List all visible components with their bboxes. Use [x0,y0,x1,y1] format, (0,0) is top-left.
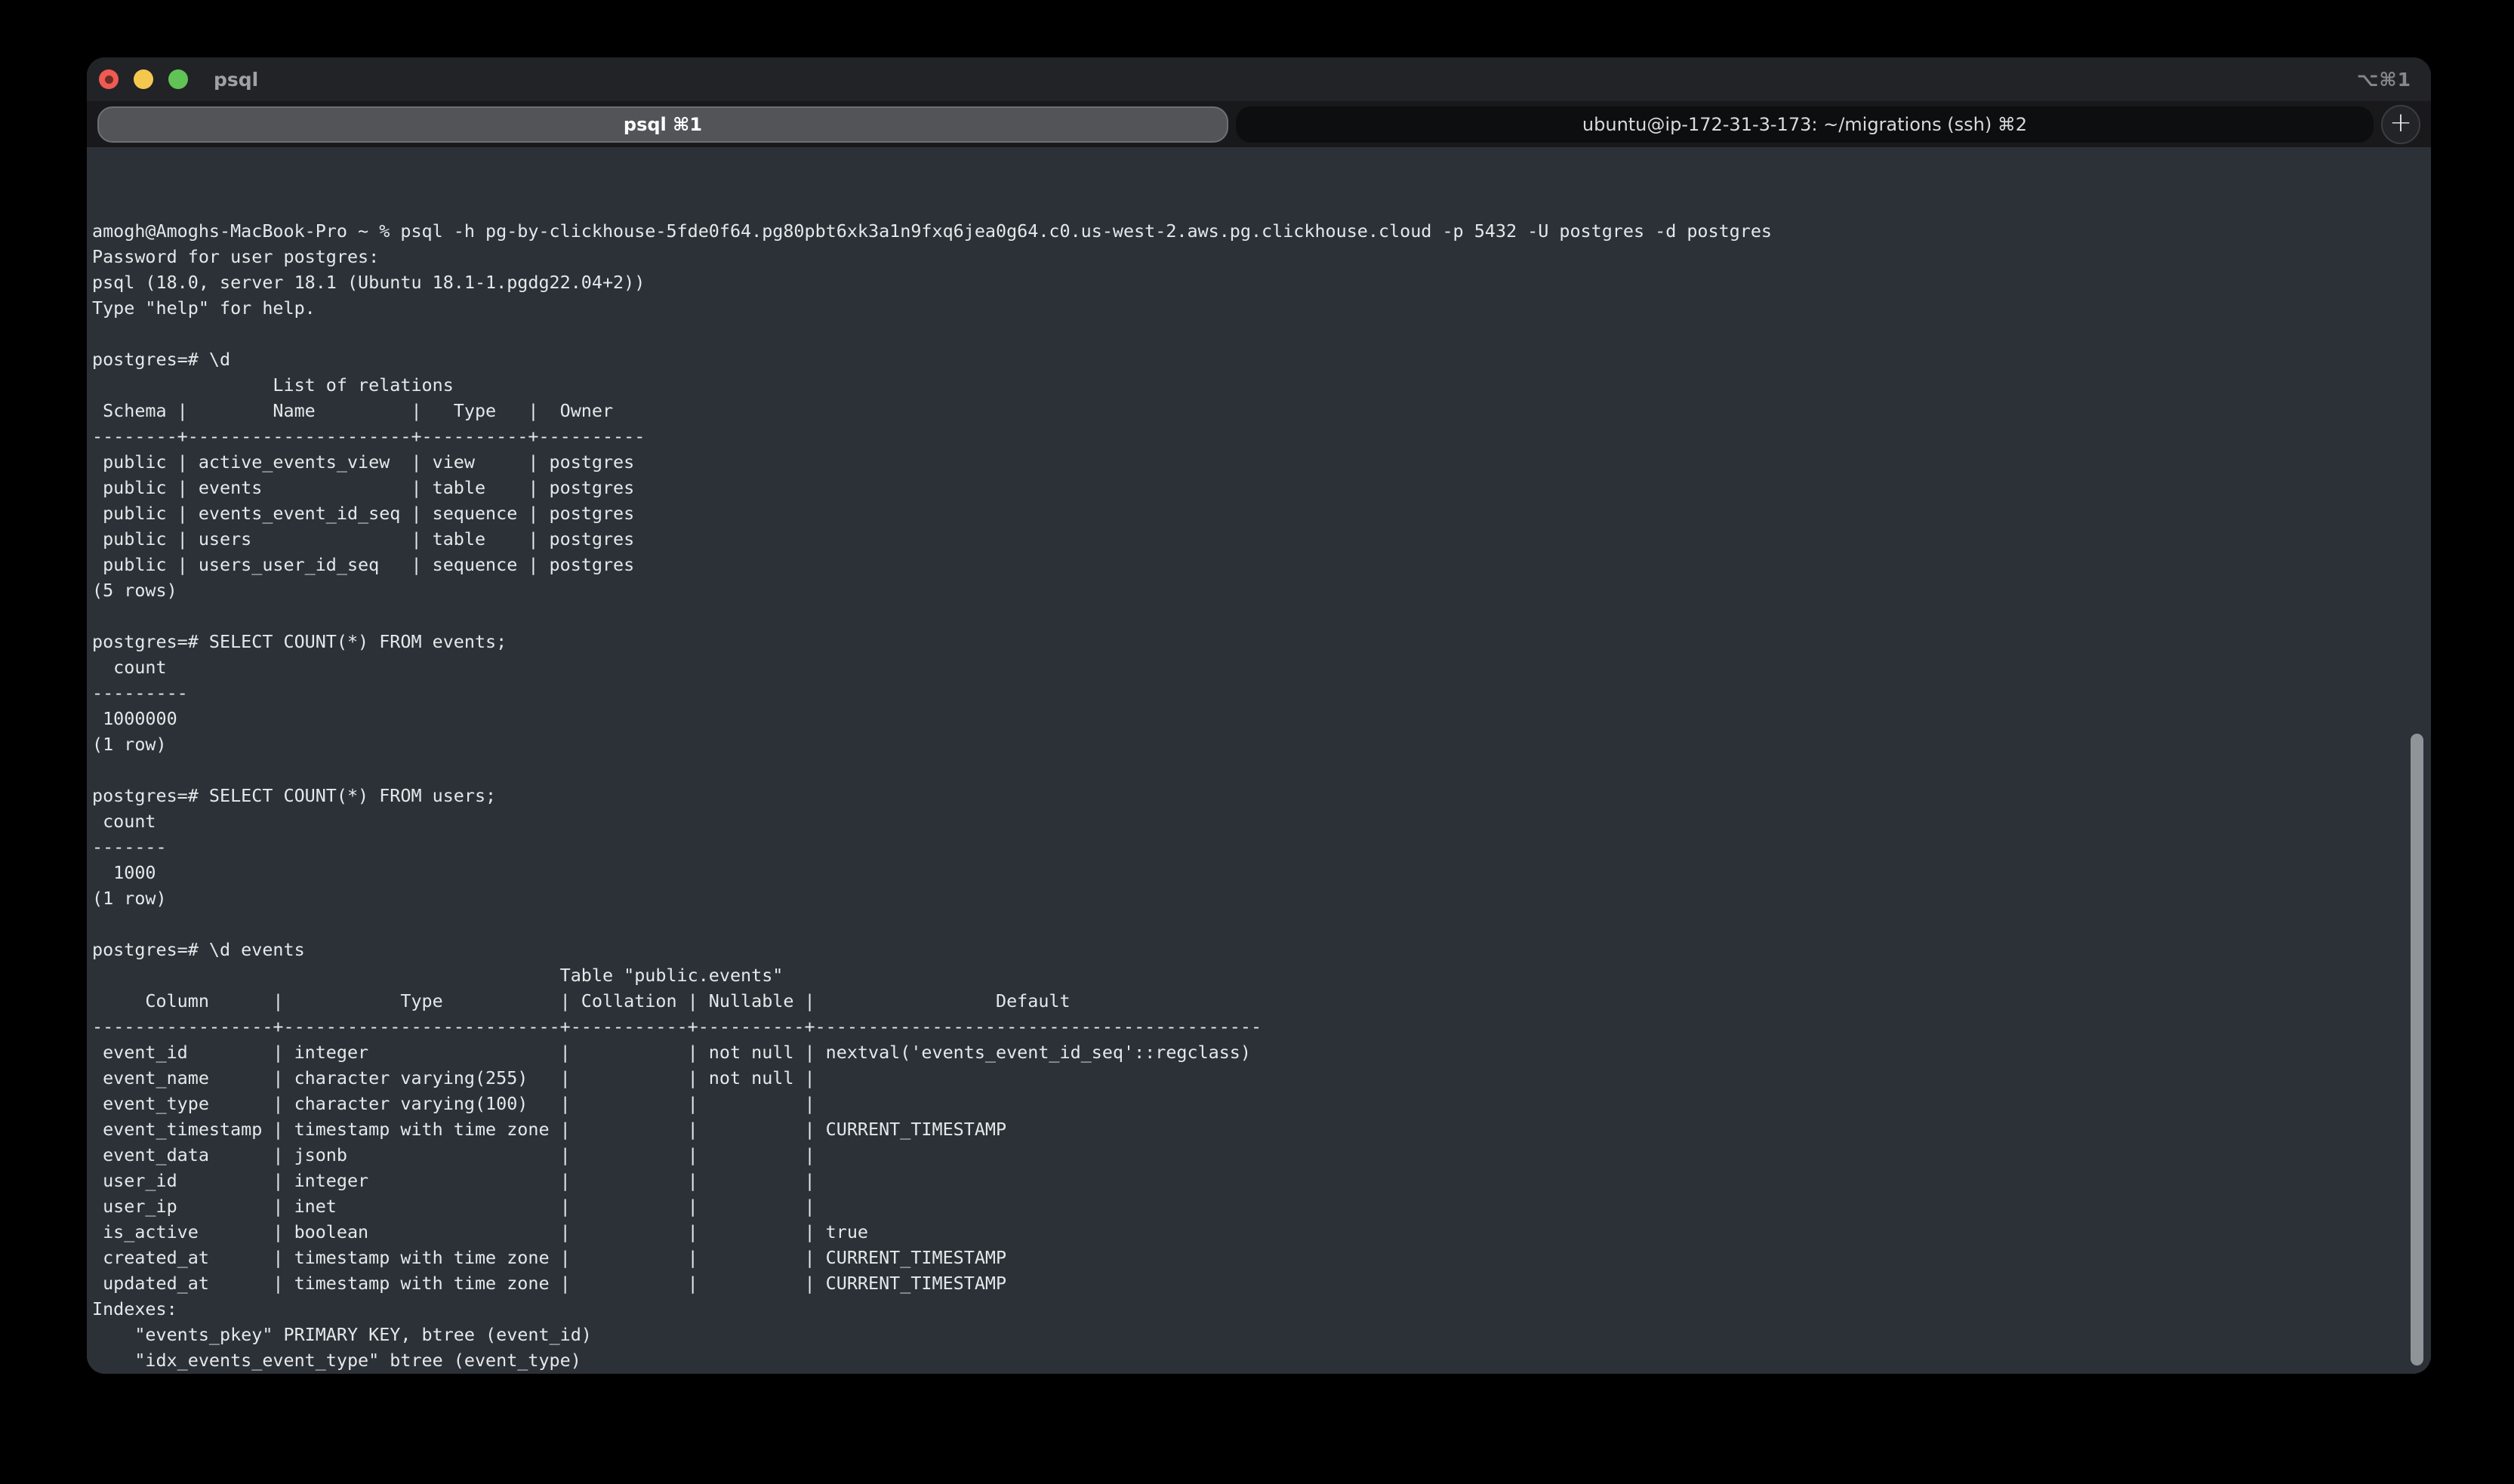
traffic-lights [99,69,188,89]
minimize-button[interactable] [134,69,153,89]
close-button[interactable] [99,69,119,89]
terminal-window: psql ⌥⌘1 psql ⌘1 ubuntu@ip-172-31-3-173:… [87,57,2431,1374]
tab-psql[interactable]: psql ⌘1 [97,106,1228,143]
tab-bar: psql ⌘1 ubuntu@ip-172-31-3-173: ~/migrat… [87,101,2431,147]
tab-psql-label: psql ⌘1 [624,114,702,135]
zoom-button[interactable] [168,69,188,89]
plus-icon: + [2389,109,2412,137]
tab-ssh-migrations-label: ubuntu@ip-172-31-3-173: ~/migrations (ss… [1582,114,2027,135]
terminal-output: amogh@Amoghs-MacBook-Pro ~ % psql -h pg-… [92,218,2431,1373]
window-shortcut-indicator: ⌥⌘1 [2357,69,2411,91]
scrollbar-thumb[interactable] [2411,734,2423,1365]
unsaved-dot-icon [105,75,113,84]
terminal-content[interactable]: amogh@Amoghs-MacBook-Pro ~ % psql -h pg-… [87,147,2431,1374]
new-tab-button[interactable]: + [2381,105,2420,144]
titlebar[interactable]: psql ⌥⌘1 [87,57,2431,101]
tab-ssh-migrations[interactable]: ubuntu@ip-172-31-3-173: ~/migrations (ss… [1236,106,2374,143]
window-title: psql [214,69,258,91]
desktop: { "window": { "title": "psql", "shortcut… [0,0,2514,1484]
